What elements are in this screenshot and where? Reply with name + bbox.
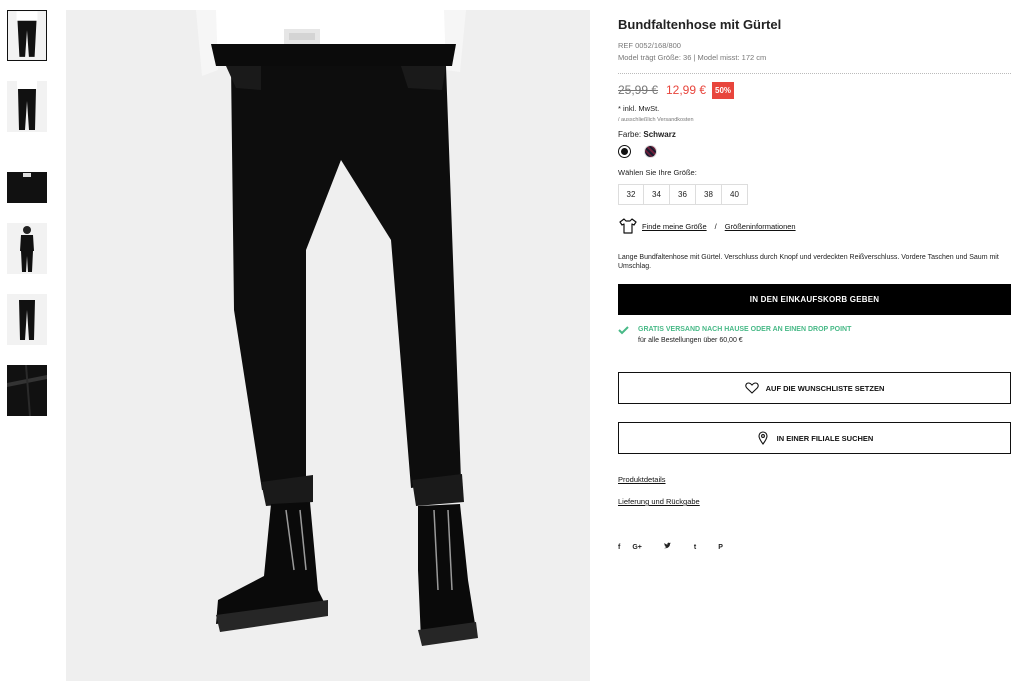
size-selector: 32 34 36 38 40 (618, 184, 748, 205)
size-option-34[interactable]: 34 (644, 184, 670, 205)
social-share: f G+ t P (618, 542, 745, 552)
product-reference: REF 0052/168/800 (618, 41, 681, 50)
thumbnail-fabric-detail[interactable] (7, 365, 47, 416)
add-to-cart-button[interactable]: IN DEN EINKAUFSKORB GEBEN (618, 284, 1011, 315)
size-option-36[interactable]: 36 (670, 184, 696, 205)
sale-price: 12,99 € (666, 83, 707, 97)
product-title: Bundfaltenhose mit Gürtel (618, 17, 782, 32)
tax-note: * inkl. MwSt. (618, 104, 660, 113)
size-info-link[interactable]: Größeninformationen (725, 222, 796, 231)
find-in-store-label: IN EINER FILIALE SUCHEN (776, 433, 874, 443)
product-description: Lange Bundfaltenhose mit Gürtel. Verschl… (618, 254, 999, 270)
product-details-link[interactable]: Produktdetails (618, 475, 666, 484)
thumbnail-back-view[interactable] (7, 81, 47, 132)
thumbnail-full-outfit[interactable] (7, 223, 47, 274)
color-label-text: Farbe: (618, 130, 642, 139)
thumbnail-flat-lay[interactable] (7, 294, 47, 345)
tumblr-icon[interactable]: t (694, 544, 696, 551)
model-size-info: Model trägt Größe: 36 | Model misst: 172… (618, 53, 767, 62)
pinterest-icon[interactable]: P (718, 544, 723, 551)
size-selector-label: Wählen Sie Ihre Größe: (618, 168, 697, 177)
color-swatch-check[interactable] (644, 145, 657, 158)
find-in-store-button[interactable]: IN EINER FILIALE SUCHEN (618, 422, 1011, 454)
thumbnail-front-view[interactable] (7, 10, 47, 61)
selected-color: Schwarz (643, 130, 676, 139)
color-label: Farbe: Schwarz (618, 130, 676, 139)
twitter-icon[interactable] (663, 542, 672, 552)
product-main-image (66, 10, 590, 681)
old-price: 25,99 € (618, 83, 659, 97)
google-plus-icon[interactable]: G+ (632, 544, 642, 551)
check-icon (618, 326, 629, 335)
location-pin-icon (758, 431, 768, 445)
color-swatch-black[interactable] (618, 145, 631, 158)
size-links-separator: / (714, 221, 717, 231)
size-guide-row: Finde meine Größe / Größeninformationen (618, 217, 796, 235)
t-shirt-icon (619, 218, 637, 234)
free-shipping-minimum: für alle Bestellungen über 60,00 € (638, 337, 743, 344)
wishlist-button[interactable]: AUF DIE WUNSCHLISTE SETZEN (618, 372, 1011, 404)
size-option-32[interactable]: 32 (618, 184, 644, 205)
size-option-40[interactable]: 40 (722, 184, 748, 205)
wishlist-button-label: AUF DIE WUNSCHLISTE SETZEN (765, 383, 885, 393)
find-my-size-link[interactable]: Finde meine Größe (642, 222, 707, 231)
shipping-cost-note: / ausschließlich Versandkosten (618, 117, 694, 123)
discount-badge: 50% (712, 82, 735, 99)
heart-icon (744, 382, 759, 394)
info-divider (618, 73, 1011, 74)
free-shipping-text: GRATIS VERSAND NACH HAUSE ODER AN EINEN … (638, 326, 852, 333)
thumbnail-detail-waist[interactable] (7, 152, 47, 203)
facebook-icon[interactable]: f (618, 544, 620, 551)
delivery-returns-link[interactable]: Lieferung und Rückgabe (618, 497, 700, 506)
size-option-38[interactable]: 38 (696, 184, 722, 205)
